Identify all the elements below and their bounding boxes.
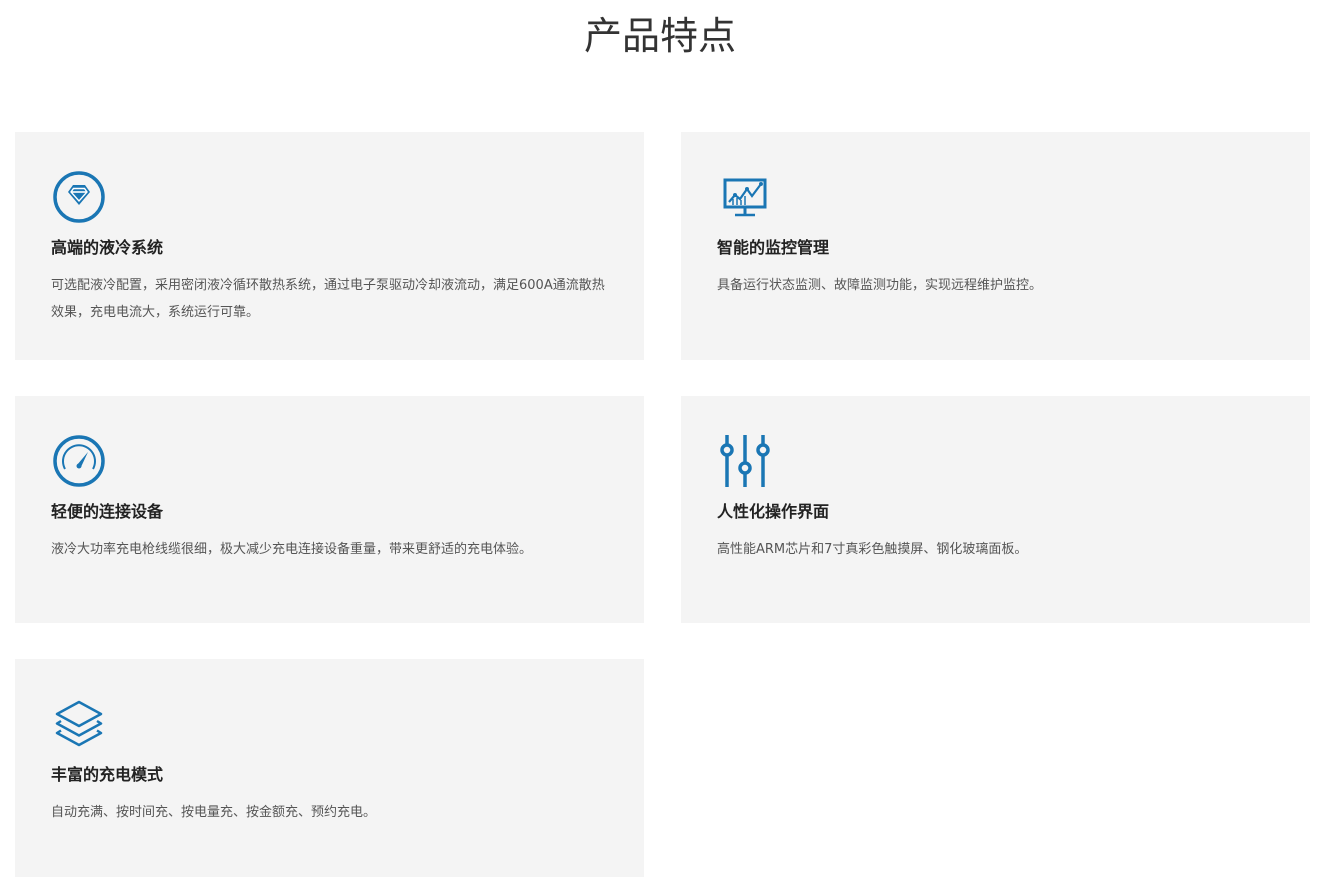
feature-card-liquid-cooling: 高端的液冷系统 可选配液冷配置，采用密闭液冷循环散热系统，通过电子泵驱动冷却液流… (15, 132, 644, 360)
feature-title: 人性化操作界面 (717, 502, 830, 521)
feature-title: 丰富的充电模式 (51, 765, 164, 784)
feature-card-lightweight: 轻便的连接设备 液冷大功率充电枪线缆很细，极大减少充电连接设备重量，带来更舒适的… (15, 396, 644, 623)
feature-description: 液冷大功率充电枪线缆很细，极大减少充电连接设备重量，带来更舒适的充电体验。 (51, 542, 533, 557)
speedometer-icon (51, 433, 107, 489)
feature-title: 智能的监控管理 (717, 238, 830, 257)
feature-description: 自动充满、按时间充、按电量充、按金额充、预约充电。 (51, 805, 377, 820)
feature-description: 可选配液冷配置，采用密闭液冷循环散热系统，通过电子泵驱动冷却液流动，满足600A… (51, 278, 605, 320)
monitor-chart-icon (717, 169, 773, 225)
layers-icon (51, 696, 107, 752)
feature-description: 具备运行状态监测、故障监测功能，实现远程维护监控。 (717, 278, 1043, 293)
diamond-icon (51, 169, 107, 225)
feature-card-charging-modes: 丰富的充电模式 自动充满、按时间充、按电量充、按金额充、预约充电。 (15, 659, 644, 877)
feature-title: 高端的液冷系统 (51, 238, 164, 257)
feature-description: 高性能ARM芯片和7寸真彩色触摸屏、钢化玻璃面板。 (717, 542, 1028, 557)
feature-card-ui: 人性化操作界面 高性能ARM芯片和7寸真彩色触摸屏、钢化玻璃面板。 (681, 396, 1310, 623)
feature-card-monitoring: 智能的监控管理 具备运行状态监测、故障监测功能，实现远程维护监控。 (681, 132, 1310, 360)
sliders-icon (717, 433, 773, 489)
feature-title: 轻便的连接设备 (51, 502, 164, 521)
page-title: 产品特点 (583, 14, 736, 58)
